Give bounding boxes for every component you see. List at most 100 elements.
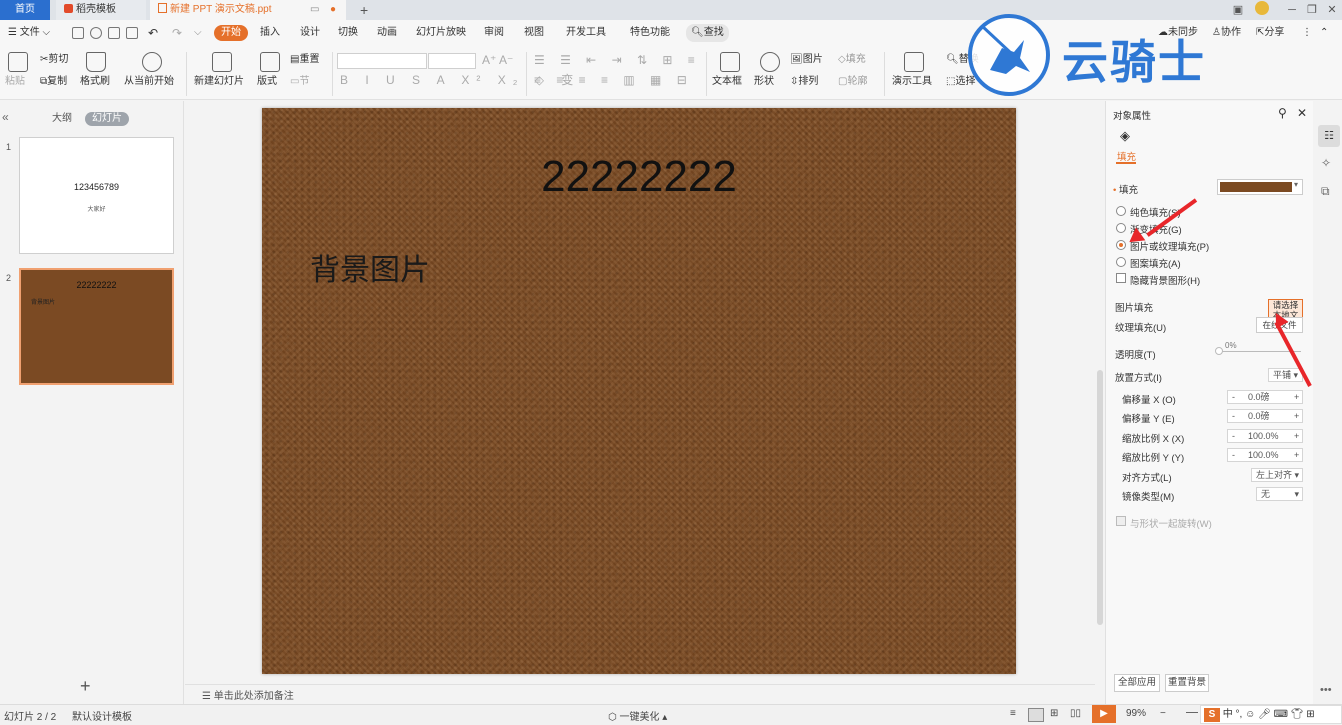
radio-solid-fill[interactable] xyxy=(1116,206,1126,216)
history-icon[interactable] xyxy=(90,27,102,39)
picture-button[interactable]: 🖼︎图片 xyxy=(790,53,823,67)
slide-thumbnail-2[interactable]: 22222222 背景图片 xyxy=(19,268,174,385)
tab-slides[interactable]: 幻灯片 xyxy=(85,112,129,126)
fill-button[interactable]: ◇填充 xyxy=(838,53,866,67)
shape-button[interactable]: 形状 xyxy=(754,75,774,89)
save-icon[interactable] xyxy=(72,27,84,39)
tab-home[interactable]: 首页 xyxy=(0,0,50,20)
preview-icon[interactable] xyxy=(126,27,138,39)
section-button[interactable]: ▭节 xyxy=(290,75,309,89)
sidebar-more-icon[interactable]: ••• xyxy=(1320,684,1332,696)
ime-toolbar[interactable]: S 中 °, ☺ 🎤︎ ⌨ 👕︎ ⊞ xyxy=(1200,705,1342,724)
present-tools-button[interactable]: 演示工具 xyxy=(892,75,932,89)
collapse-panel-icon[interactable]: « xyxy=(2,110,9,124)
menu-special[interactable]: 特色功能 xyxy=(630,24,670,42)
textbox-icon[interactable] xyxy=(720,52,740,72)
menu-file[interactable]: ☰ 文件 ⌵ xyxy=(8,24,50,42)
shape-icon[interactable] xyxy=(760,52,780,72)
redo-icon[interactable]: ↷ xyxy=(172,24,182,42)
more-icon[interactable]: ⋮ xyxy=(1302,24,1312,42)
add-slide-button[interactable]: + xyxy=(80,676,91,697)
textbox-button[interactable]: 文本框 xyxy=(712,75,742,89)
scale-x-stepper[interactable]: -100.0% + xyxy=(1227,429,1303,443)
notes-placeholder[interactable]: ☰ 单击此处添加备注 xyxy=(202,687,294,702)
quick-access-dropdown-icon[interactable]: ⌵ xyxy=(194,24,202,42)
restore-icon[interactable]: ❐ xyxy=(1302,1,1322,19)
menu-insert[interactable]: 插入 xyxy=(260,24,280,42)
sorter-view-icon[interactable]: ⊞ xyxy=(1050,708,1058,719)
cut-button[interactable]: ✂剪切 xyxy=(40,53,68,67)
minimize-icon[interactable]: ─ xyxy=(1282,1,1302,19)
menu-transition[interactable]: 切换 xyxy=(338,24,358,42)
from-current-button[interactable]: 从当前开始 xyxy=(124,75,174,89)
undo-icon[interactable]: ↶ xyxy=(148,24,158,42)
menu-view[interactable]: 视图 xyxy=(524,24,544,42)
new-slide-icon[interactable] xyxy=(212,52,232,72)
zoom-slider[interactable] xyxy=(1186,712,1198,713)
play-icon[interactable] xyxy=(142,52,162,72)
mirror-select[interactable]: 无 ▾ xyxy=(1256,487,1303,501)
radio-pattern-fill[interactable] xyxy=(1116,257,1126,267)
reset-button[interactable]: ▤重置 xyxy=(290,53,319,67)
reading-view-icon[interactable]: ▯▯ xyxy=(1070,708,1081,719)
scale-y-stepper[interactable]: -100.0% + xyxy=(1227,448,1303,462)
tab-outline[interactable]: 大纲 xyxy=(52,112,72,126)
share-button[interactable]: ⇱分享 xyxy=(1256,24,1284,42)
slider-handle[interactable] xyxy=(1215,347,1223,355)
layout-button[interactable]: 版式 xyxy=(257,75,277,89)
reset-background-button[interactable]: 重置背景 xyxy=(1165,674,1209,692)
close-panel-icon[interactable]: ✕ xyxy=(1297,106,1307,120)
tab-template[interactable]: 稻壳模板 xyxy=(56,0,146,20)
print-icon[interactable] xyxy=(108,27,120,39)
checkbox-rotate-with-shape[interactable] xyxy=(1116,516,1126,526)
offset-y-stepper[interactable]: -0.0磅 + xyxy=(1227,409,1303,423)
close-icon[interactable]: ✕ xyxy=(1322,1,1342,19)
slide-thumbnail-1[interactable]: 123456789 大家好 xyxy=(19,137,174,254)
beautify-button[interactable]: ⬡ 一键美化 ▴ xyxy=(608,708,667,723)
radio-picture-fill[interactable] xyxy=(1116,240,1126,250)
tab-document[interactable]: 新建 PPT 演示文稿.ppt ▭ ● xyxy=(150,0,346,20)
window-mode-icon[interactable]: ▣ xyxy=(1228,1,1248,19)
avatar[interactable] xyxy=(1252,1,1272,19)
properties-icon[interactable]: ☷ xyxy=(1318,125,1340,147)
new-slide-button[interactable]: 新建幻灯片 xyxy=(194,75,244,89)
outline-button[interactable]: ▢轮廓 xyxy=(838,75,867,89)
slides-library-icon[interactable]: ⧉ xyxy=(1321,184,1330,199)
menu-start[interactable]: 开始 xyxy=(214,25,248,41)
zoom-out-icon[interactable]: − xyxy=(1160,708,1166,719)
pin-icon[interactable]: ⚲ xyxy=(1278,106,1287,120)
play-slideshow-button[interactable]: ▶ xyxy=(1092,705,1116,723)
notes-toggle-icon[interactable]: ≡ xyxy=(1010,708,1016,719)
menu-review[interactable]: 审阅 xyxy=(484,24,504,42)
menu-developer[interactable]: 开发工具 xyxy=(566,24,606,42)
new-tab-button[interactable]: + xyxy=(352,0,372,20)
fill-color-picker[interactable]: ▾ xyxy=(1217,179,1303,195)
template-name[interactable]: 默认设计模板 xyxy=(72,708,132,723)
checkbox-hide-background[interactable] xyxy=(1116,273,1126,283)
collapse-ribbon-icon[interactable]: ⌃ xyxy=(1320,24,1328,42)
apply-all-button[interactable]: 全部应用 xyxy=(1114,674,1160,692)
notes-area[interactable] xyxy=(185,684,1095,704)
font-size-select[interactable] xyxy=(428,53,476,69)
collab-button[interactable]: ♙协作 xyxy=(1212,24,1241,42)
layout-icon[interactable] xyxy=(260,52,280,72)
tab-monitor-icon[interactable]: ▭ xyxy=(310,0,319,20)
vertical-scrollbar[interactable] xyxy=(1097,370,1103,625)
placement-select[interactable]: 平铺 ▾ xyxy=(1268,368,1303,382)
offset-x-stepper[interactable]: -0.0磅 + xyxy=(1227,390,1303,404)
zoom-value[interactable]: 99% xyxy=(1126,708,1146,719)
normal-view-icon[interactable] xyxy=(1028,708,1044,722)
menu-slideshow[interactable]: 幻灯片放映 xyxy=(416,24,466,42)
paragraph-align-icons[interactable]: ≡ ≡ ≡ ≡ ▥ ▦ ⊟ xyxy=(534,73,693,87)
paste-icon[interactable] xyxy=(8,52,28,72)
slide-title[interactable]: 22222222 xyxy=(262,152,1016,202)
arrange-button[interactable]: ⇳排列 xyxy=(790,75,818,89)
search-button[interactable]: 🔍︎查找 xyxy=(686,24,729,42)
present-tools-icon[interactable] xyxy=(904,52,924,72)
format-painter-icon[interactable] xyxy=(86,52,106,72)
tab-fill[interactable]: 填充 xyxy=(1117,149,1136,163)
align-select[interactable]: 左上对齐 ▾ xyxy=(1251,468,1303,482)
menu-design[interactable]: 设计 xyxy=(300,24,320,42)
font-grow-icon[interactable]: A⁺ A⁻ xyxy=(482,53,513,67)
radio-gradient-fill[interactable] xyxy=(1116,223,1126,233)
